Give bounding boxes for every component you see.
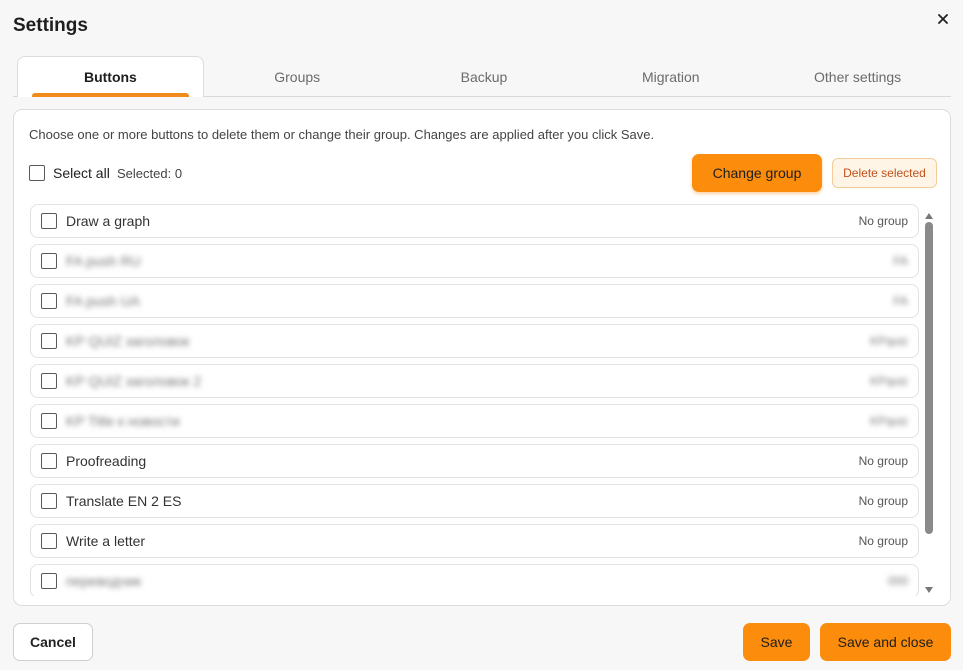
item-name: Translate EN 2 ES [66,493,182,509]
scroll-down-arrow[interactable] [924,581,934,593]
item-checkbox[interactable] [41,493,57,509]
item-group: No group [858,534,908,548]
item-group: KPquiz [869,334,908,348]
item-checkbox[interactable] [41,453,57,469]
panel-description: Choose one or more buttons to delete the… [29,127,655,142]
buttons-panel: Choose one or more buttons to delete the… [13,109,951,606]
list-item[interactable]: Write a letter No group [30,524,919,558]
selected-count: Selected: 0 [117,166,183,181]
list-item[interactable]: KP QUIZ заголовок 2 KPquiz [30,364,919,398]
select-all-label: Select all [53,165,110,181]
list-item[interactable]: Translate EN 2 ES No group [30,484,919,518]
item-name: FA push UA [66,293,140,309]
scrollbar-thumb[interactable] [925,222,933,534]
tab-buttons[interactable]: Buttons [17,56,204,97]
item-group: No group [858,494,908,508]
scroll-up-arrow[interactable] [924,207,934,219]
dialog-title: Settings [13,15,88,36]
item-checkbox[interactable] [41,293,57,309]
save-and-close-button[interactable]: Save and close [820,623,951,661]
item-group: FA [893,294,908,308]
item-group: KPquiz [869,414,908,428]
item-name: Draw a graph [66,213,151,229]
item-checkbox[interactable] [41,213,57,229]
list-item[interactable]: FA push RU FA [30,244,919,278]
list-item[interactable]: KP Title к новости KPquiz [30,404,919,438]
tab-migration[interactable]: Migration [577,56,764,97]
triangle-up-icon [925,213,933,219]
list-item[interactable]: переводчик 000 [30,564,919,596]
list-item[interactable]: FA push UA FA [30,284,919,318]
item-name: FA push RU [66,253,141,269]
item-checkbox[interactable] [41,333,57,349]
item-name: KP Title к новости [66,413,180,429]
button-list: Draw a graph No group FA push RU FA FA p… [30,204,920,596]
tab-other-settings[interactable]: Other settings [764,56,951,97]
item-name: Proofreading [66,453,147,469]
item-group: KPquiz [869,374,908,388]
tab-bar: Buttons Groups Backup Migration Other se… [13,56,951,97]
tab-backup[interactable]: Backup [391,56,578,97]
item-checkbox[interactable] [41,413,57,429]
close-button[interactable] [934,10,952,28]
select-all-checkbox[interactable] [29,165,45,181]
item-checkbox[interactable] [41,533,57,549]
save-button[interactable]: Save [743,623,810,661]
item-checkbox[interactable] [41,253,57,269]
item-name: KP QUIZ заголовок [66,333,190,349]
triangle-down-icon [925,587,933,593]
cancel-button[interactable]: Cancel [13,623,93,661]
delete-selected-button[interactable]: Delete selected [832,158,937,188]
item-name: Write a letter [66,533,146,549]
change-group-button[interactable]: Change group [692,154,822,192]
item-group: 000 [887,574,908,588]
select-all-control[interactable]: Select all [29,165,110,181]
list-item[interactable]: KP QUIZ заголовок KPquiz [30,324,919,358]
item-group: No group [858,454,908,468]
tab-groups[interactable]: Groups [204,56,391,97]
close-icon [938,14,948,24]
item-checkbox[interactable] [41,573,57,589]
list-item[interactable]: Draw a graph No group [30,204,919,238]
item-name: KP QUIZ заголовок 2 [66,373,202,389]
item-group: No group [858,214,908,228]
list-item[interactable]: Proofreading No group [30,444,919,478]
item-name: переводчик [66,573,142,589]
item-checkbox[interactable] [41,373,57,389]
item-group: FA [893,254,908,268]
